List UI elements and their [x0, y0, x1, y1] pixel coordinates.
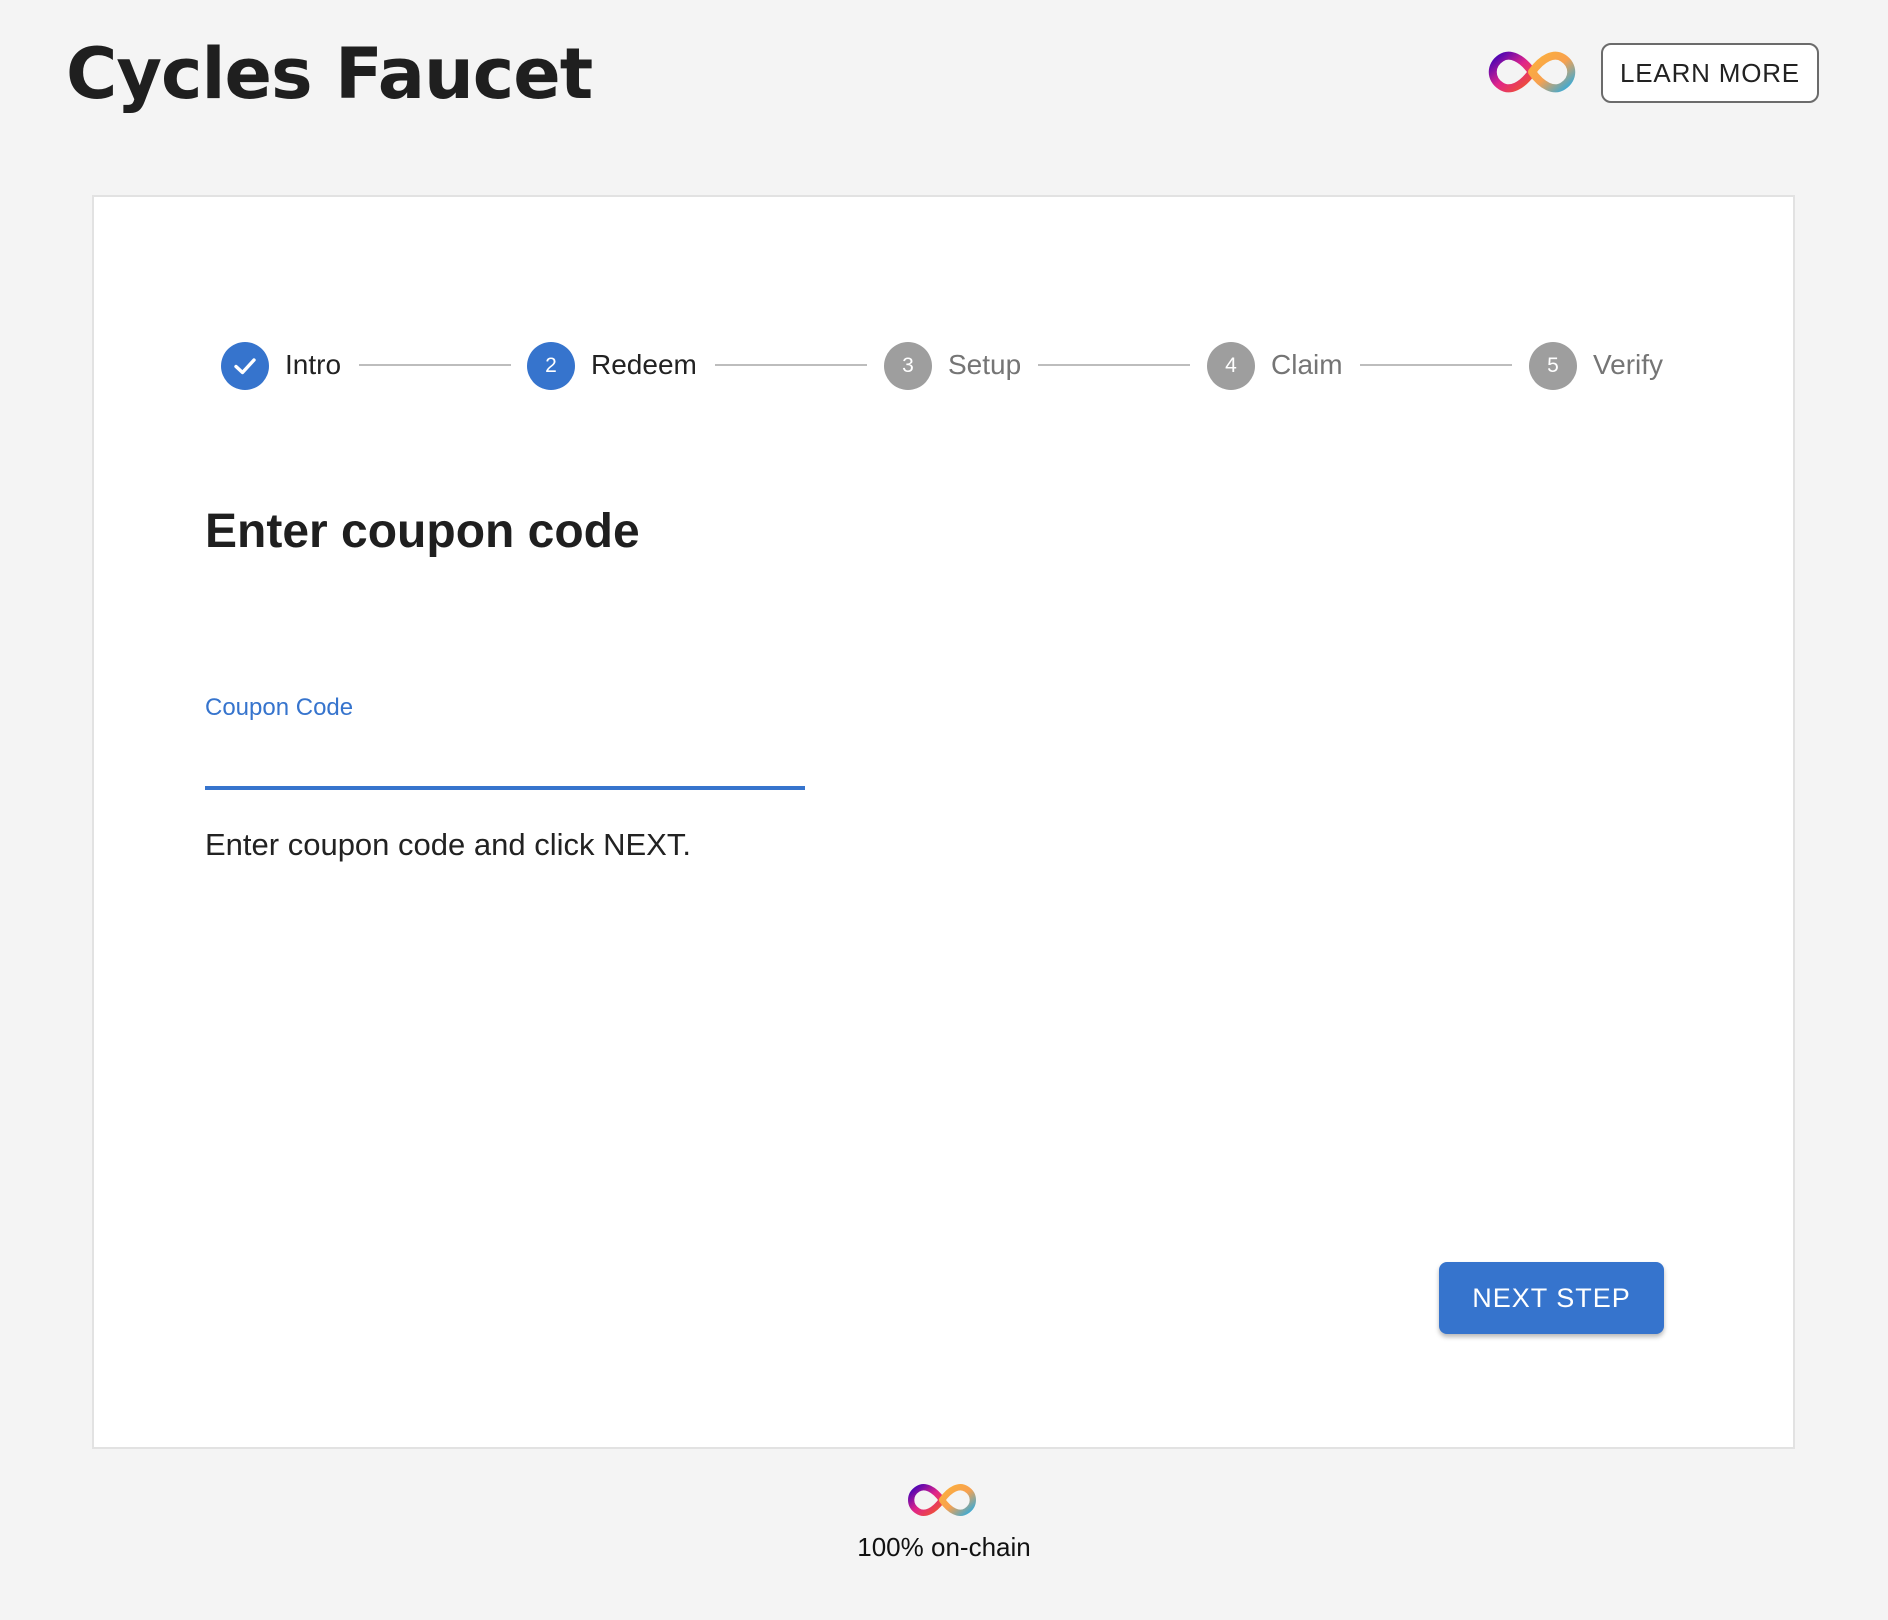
check-icon: [234, 358, 256, 375]
coupon-code-input[interactable]: [205, 738, 805, 790]
step-label-redeem[interactable]: Redeem: [591, 346, 697, 384]
app-title: Cycles Faucet: [66, 33, 593, 115]
step-intro-check-icon[interactable]: [221, 342, 269, 390]
step-label-claim: Claim: [1271, 349, 1343, 380]
step-number-claim: 4: [1207, 342, 1255, 390]
step-label-verify: Verify: [1593, 349, 1664, 380]
footer-text: 100% on-chain: [857, 1532, 1031, 1562]
step-label-setup: Setup: [948, 349, 1022, 380]
infinity-logo-icon: [1488, 51, 1576, 93]
step-label-intro[interactable]: Intro: [285, 346, 341, 384]
step-connector: [1038, 364, 1190, 366]
learn-more-button[interactable]: LEARN MORE: [1601, 43, 1819, 103]
section-title: Enter coupon code: [205, 505, 640, 558]
step-connector: [359, 364, 511, 366]
step-number-redeem[interactable]: 2: [527, 342, 575, 390]
next-step-button[interactable]: NEXT STEP: [1439, 1262, 1664, 1334]
step-connector: [715, 364, 867, 366]
step-connector: [1360, 364, 1512, 366]
step-number-setup: 3: [884, 342, 932, 390]
step-number-verify: 5: [1529, 342, 1577, 390]
coupon-code-label: Coupon Code: [205, 694, 354, 721]
infinity-logo-icon: [908, 1484, 976, 1516]
helper-text: Enter coupon code and click NEXT.: [205, 827, 691, 862]
